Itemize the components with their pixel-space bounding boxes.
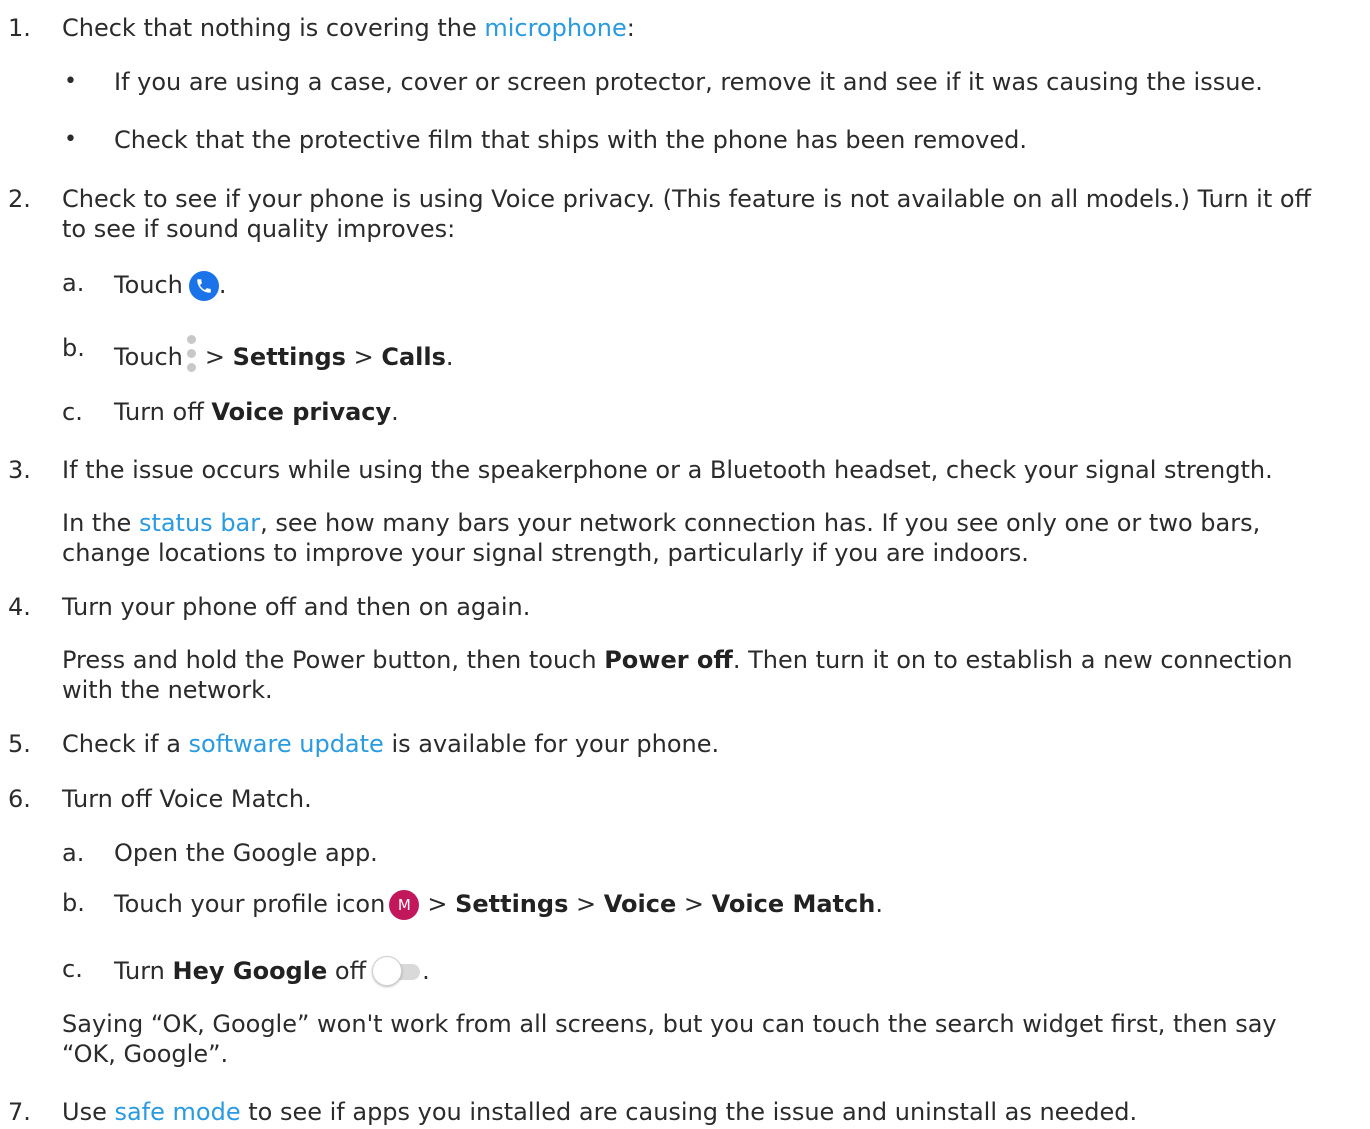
step-4-paragraph-cont: with the network. <box>62 676 273 704</box>
substep-label: a. <box>62 269 85 297</box>
step-6-note: Saying “OK, Google” won't work from all … <box>62 1010 1277 1038</box>
more-vert-icon <box>186 335 197 373</box>
substep-label: b. <box>62 334 85 362</box>
substep-2a: Touch. <box>114 271 227 301</box>
troubleshooting-steps: 1. Check that nothing is covering the mi… <box>0 0 1370 1129</box>
substep-label: c. <box>62 955 83 983</box>
list-item: If you are using a case, cover or screen… <box>114 68 1263 96</box>
step-number: 6. <box>8 785 31 813</box>
software-update-link[interactable]: software update <box>189 730 384 758</box>
safe-mode-link[interactable]: safe mode <box>114 1098 240 1126</box>
step-5-text: Check if a software update is available … <box>62 730 720 758</box>
step-2-text-cont: to see if sound quality improves: <box>62 215 456 243</box>
phone-icon <box>188 271 219 301</box>
step-number: 2. <box>8 185 31 213</box>
toggle-off-icon <box>372 955 422 987</box>
substep-2b: Touch > Settings > Calls. <box>114 335 454 373</box>
bullet: • <box>64 127 77 152</box>
step-number: 7. <box>8 1098 31 1126</box>
step-6-note-cont: “OK, Google”. <box>62 1040 229 1068</box>
step-number: 5. <box>8 730 31 758</box>
step-3-paragraph-cont: change locations to improve your signal … <box>62 539 1029 567</box>
status-bar-link[interactable]: status bar <box>139 509 260 537</box>
step-6-text: Turn off Voice Match. <box>62 785 312 813</box>
substep-2c: Turn off Voice privacy. <box>114 398 399 426</box>
step-number: 4. <box>8 593 31 621</box>
substep-6c: Turn Hey Google off. <box>114 955 430 987</box>
substep-6b: Touch your profile icon M > Settings > Voi… <box>114 890 883 920</box>
step-4-text: Turn your phone off and then on again. <box>62 593 531 621</box>
step-7-text: Use safe mode to see if apps you install… <box>62 1098 1138 1126</box>
profile-avatar-icon: M <box>389 890 420 920</box>
substep-6a: Open the Google app. <box>114 839 378 867</box>
step-3-text: If the issue occurs while using the spea… <box>62 456 1273 484</box>
substep-label: c. <box>62 398 83 426</box>
step-3-paragraph: In the status bar, see how many bars you… <box>62 509 1261 537</box>
substep-label: a. <box>62 839 85 867</box>
bullet: • <box>64 69 77 94</box>
list-item: Check that the protective film that ship… <box>114 126 1028 154</box>
substep-label: b. <box>62 889 85 917</box>
step-1-text: Check that nothing is covering the micro… <box>62 14 635 42</box>
step-2-text: Check to see if your phone is using Voic… <box>62 185 1312 213</box>
microphone-link[interactable]: microphone <box>484 14 626 42</box>
step-number: 1. <box>8 14 31 42</box>
step-number: 3. <box>8 456 31 484</box>
step-4-paragraph: Press and hold the Power button, then to… <box>62 646 1293 674</box>
